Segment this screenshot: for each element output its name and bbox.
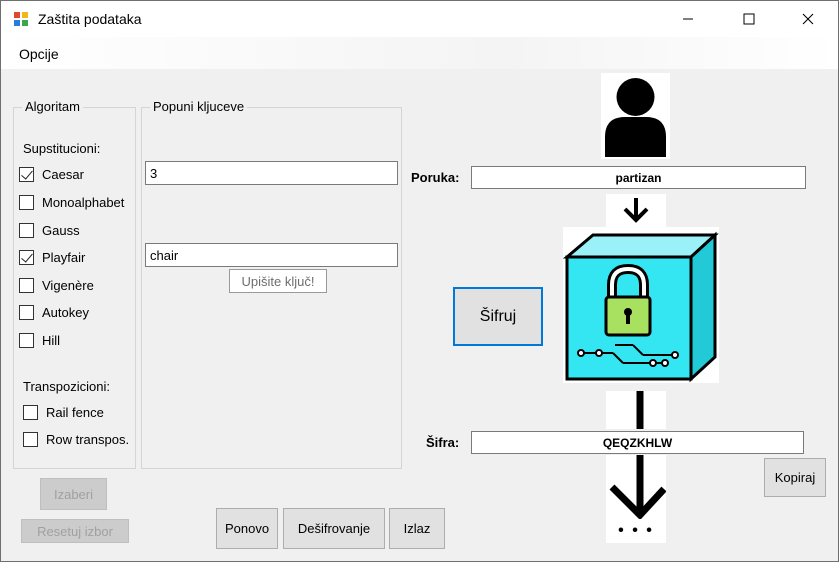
resetuj-izbor-button[interactable]: Resetuj izbor (21, 519, 129, 543)
playfair-key-input[interactable] (145, 243, 398, 267)
checkbox-monoalphabet[interactable]: Monoalphabet (19, 193, 124, 211)
checkbox-autokey[interactable]: Autokey (19, 303, 89, 321)
app-icon (14, 12, 28, 26)
checkbox-rail-fence[interactable]: Rail fence (23, 403, 104, 421)
sifra-label: Šifra: (426, 435, 460, 450)
checkbox-label: Hill (42, 332, 61, 348)
checkbox-box[interactable] (19, 194, 34, 210)
sifra-output[interactable]: QEQZKHLW (471, 431, 804, 454)
algorithm-group-title: Algoritam (22, 99, 83, 114)
arrow-down-icon (623, 198, 649, 223)
menu-bar: Opcije (1, 37, 838, 69)
user-silhouette-icon (605, 78, 666, 157)
desifrovanje-button[interactable]: Dešifrovanje (283, 508, 385, 549)
checkbox-vigenere[interactable]: Vigenère (19, 276, 94, 294)
close-button[interactable] (785, 1, 831, 37)
checkbox-box[interactable] (19, 166, 34, 182)
checkbox-playfair[interactable]: Playfair (19, 248, 85, 266)
connector-line-icon (636, 391, 644, 429)
checkbox-box[interactable] (23, 404, 38, 420)
checkbox-box[interactable] (19, 304, 34, 320)
poruka-label: Poruka: (411, 170, 460, 185)
arrow-down-large-icon (609, 455, 667, 521)
checkbox-box[interactable] (19, 277, 34, 293)
checkbox-label: Autokey (42, 304, 89, 320)
title-bar: Zaštita podataka (1, 1, 838, 37)
keys-group-title: Popuni kljuceve (150, 99, 248, 114)
kopiraj-button[interactable]: Kopiraj (764, 458, 826, 497)
arrow-down-large (606, 455, 667, 521)
checkbox-caesar[interactable]: Caesar (19, 165, 84, 183)
transposition-label: Transpozicioni: (23, 379, 110, 394)
checkbox-label: Row transpos. (46, 431, 130, 447)
checkbox-label: Gauss (42, 222, 80, 238)
checkbox-row-transposition[interactable]: Row transpos. (23, 430, 129, 448)
encryption-cube (562, 227, 719, 383)
checkbox-box[interactable] (23, 431, 38, 447)
menu-opcije[interactable]: Opcije (12, 44, 66, 64)
checkbox-hill[interactable]: Hill (19, 331, 60, 349)
checkbox-box[interactable] (19, 332, 34, 348)
ponovo-button[interactable]: Ponovo (216, 508, 278, 549)
minimize-button[interactable] (665, 1, 711, 37)
arrow-down-small (606, 194, 666, 227)
caesar-key-input[interactable] (145, 161, 398, 185)
window-title: Zaštita podataka (38, 11, 142, 27)
lock-cube-icon (562, 231, 719, 383)
sifruj-button[interactable]: Šifruj (453, 287, 543, 346)
maximize-icon (743, 13, 755, 25)
connector-line (606, 391, 666, 429)
izlaz-button[interactable]: Izlaz (389, 508, 445, 549)
minimize-icon (683, 18, 693, 20)
close-icon (802, 13, 814, 25)
checkbox-label: Rail fence (46, 404, 104, 420)
user-icon (601, 73, 670, 159)
checkbox-box[interactable] (19, 222, 34, 238)
substitution-label: Supstitucioni: (23, 141, 101, 156)
checkbox-label: Caesar (42, 166, 84, 182)
checkbox-gauss[interactable]: Gauss (19, 221, 80, 239)
checkbox-label: Playfair (42, 249, 86, 265)
poruka-input[interactable]: partizan (471, 166, 806, 189)
app-window: Zaštita podataka Opcije Algoritam Supsti… (0, 0, 839, 562)
ellipsis-dots: • • • (606, 519, 666, 543)
izaberi-button[interactable]: Izaberi (40, 478, 107, 510)
key-hint-tooltip: Upišite ključ! (229, 269, 327, 293)
checkbox-label: Vigenère (42, 277, 94, 293)
maximize-button[interactable] (726, 1, 772, 37)
checkbox-label: Monoalphabet (42, 194, 125, 210)
checkbox-box[interactable] (19, 249, 34, 265)
